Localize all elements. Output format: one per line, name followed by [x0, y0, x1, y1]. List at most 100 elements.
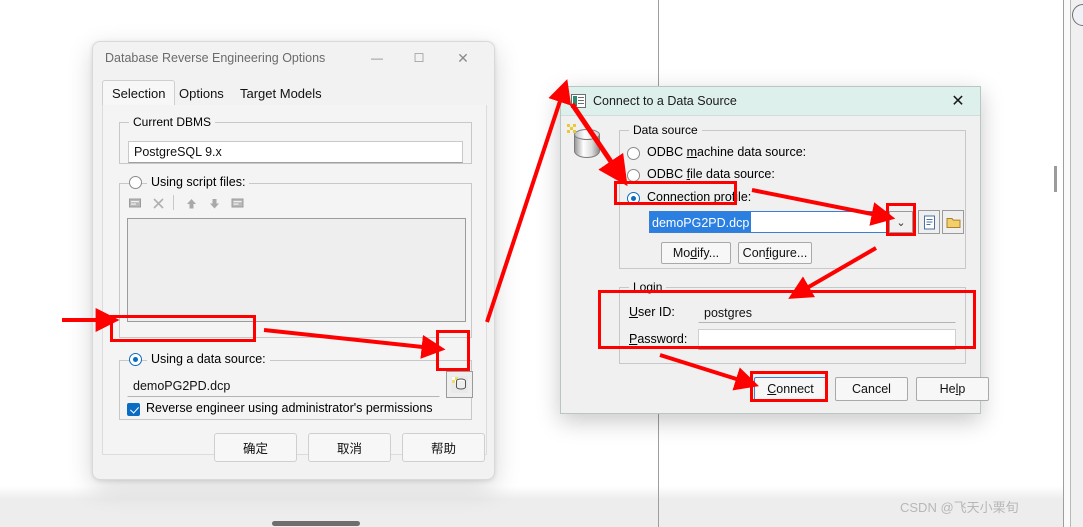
sparkle-icon — [567, 124, 576, 133]
add-script-icon[interactable] — [127, 195, 144, 212]
configure-button-label: Configure... — [743, 246, 808, 260]
current-dbms-legend: Current DBMS — [129, 115, 216, 129]
odbc-file-pre: ODBC — [647, 167, 687, 181]
user-id-field[interactable]: postgres — [698, 302, 956, 323]
screenshot-root: Database Reverse Engineering Options — ☐… — [0, 0, 1083, 527]
help-button-label: 帮助 — [430, 442, 456, 456]
configure-button[interactable]: Configure... — [738, 242, 812, 264]
radio-using-script-files[interactable] — [129, 176, 142, 189]
cancel-button-label: Cancel — [852, 382, 891, 396]
close-icon: ✕ — [457, 49, 469, 66]
conn-profile-post: rofile: — [720, 190, 752, 204]
right-dialog-title: Connect to a Data Source — [593, 94, 737, 108]
maximize-icon: ☐ — [413, 51, 425, 65]
help-button[interactable]: Help — [916, 377, 989, 401]
radio-odbc-file-label: ODBC file data source: — [647, 167, 775, 181]
arrow-browse-to-connect-dialog — [485, 79, 572, 323]
chevron-down-icon: ⌄ — [896, 216, 906, 229]
cancel-button[interactable]: 取消 — [308, 433, 391, 462]
connection-profile-value: demoPG2PD.dcp — [650, 212, 752, 232]
delete-icon[interactable] — [150, 195, 167, 212]
modify-post: ify... — [697, 246, 720, 260]
close-button[interactable]: ✕ — [442, 42, 484, 74]
left-dialog-titlebar: Database Reverse Engineering Options — ☐… — [93, 42, 494, 75]
conn-profile-pre: Connection — [647, 190, 714, 204]
minimize-button[interactable]: — — [356, 42, 398, 74]
data-source-value[interactable]: demoPG2PD.dcp — [127, 375, 440, 397]
ok-button-label: 确定 — [242, 442, 268, 456]
tab-target-models[interactable]: Target Models — [231, 80, 331, 106]
new-file-icon[interactable] — [918, 210, 940, 234]
data-source-legend: Data source — [629, 123, 702, 137]
close-icon: ✕ — [951, 93, 965, 110]
left-dialog-title: Database Reverse Engineering Options — [105, 51, 326, 65]
help-post: p — [958, 382, 966, 396]
radio-odbc-file[interactable] — [627, 169, 640, 182]
password-field[interactable] — [698, 329, 956, 350]
user-id-accel: U — [629, 305, 639, 319]
edit-script-icon[interactable] — [229, 195, 246, 212]
folder-open-icon[interactable] — [942, 210, 964, 234]
right-scrollbar-track[interactable] — [1070, 0, 1083, 527]
connect-button[interactable]: Connect — [754, 377, 827, 401]
password-label: Password: — [629, 332, 687, 346]
help-button[interactable]: 帮助 — [402, 433, 485, 462]
radio-connection-profile[interactable] — [627, 192, 640, 205]
data-source-icon — [571, 94, 586, 108]
modify-button-label: Modify... — [673, 246, 719, 260]
move-down-icon[interactable] — [206, 195, 223, 212]
radio-odbc-machine-label: ODBC machine data source: — [647, 145, 806, 159]
radio-using-data-source[interactable] — [129, 353, 142, 366]
move-up-icon[interactable] — [183, 195, 200, 212]
connect-accel: C — [767, 382, 777, 396]
radio-connection-profile-label: Connection profile: — [647, 190, 751, 204]
radio-odbc-machine[interactable] — [627, 147, 640, 160]
admin-permissions-checkbox[interactable] — [127, 403, 140, 416]
selection-tab-panel: Current DBMS PostgreSQL 9.x Using script… — [102, 105, 487, 455]
modify-button[interactable]: Modify... — [661, 242, 731, 264]
tab-options-label: Options — [179, 85, 224, 101]
close-button[interactable]: ✕ — [936, 87, 980, 115]
help-button-label: Help — [940, 382, 966, 396]
using-data-source-label: Using a data source: — [147, 352, 270, 366]
login-group: Login — [619, 280, 966, 364]
horizontal-scrollbar-thumb[interactable] — [272, 521, 360, 526]
database-reverse-engineering-options-dialog: Database Reverse Engineering Options — ☐… — [92, 41, 495, 480]
maximize-button[interactable]: ☐ — [398, 42, 440, 74]
configure-pre: Con — [742, 246, 766, 260]
odbc-file-post: ile data source: — [690, 167, 775, 181]
cancel-button-label: 取消 — [336, 442, 362, 456]
connect-button-label: Connect — [767, 382, 814, 396]
database-browse-icon[interactable] — [446, 371, 473, 398]
connection-profile-dropdown-button[interactable]: ⌄ — [889, 211, 913, 233]
current-dbms-value: PostgreSQL 9.x — [128, 141, 463, 163]
right-dialog-titlebar: Connect to a Data Source ✕ — [561, 87, 980, 116]
database-cylinder-icon — [574, 129, 600, 161]
odbc-machine-post: achine data source: — [697, 145, 807, 159]
connect-post: onnect — [776, 382, 814, 396]
minimize-icon: — — [371, 51, 383, 65]
tab-selection-label: Selection — [112, 85, 166, 101]
help-pre: He — [939, 382, 956, 396]
watermark: CSDN @飞天小栗旬 — [900, 500, 1019, 515]
odbc-machine-accel: m — [686, 145, 698, 159]
right-rail-marker — [1054, 166, 1057, 192]
user-id-post: ser ID: — [638, 305, 675, 319]
tab-options[interactable]: Options — [170, 80, 233, 106]
toolbar-separator — [173, 195, 174, 210]
configure-post: igure... — [769, 246, 808, 260]
user-id-label: User ID: — [629, 305, 675, 319]
tab-selection[interactable]: Selection — [102, 80, 176, 106]
admin-permissions-label: Reverse engineer using administrator's p… — [146, 401, 433, 415]
connect-to-data-source-dialog: Connect to a Data Source ✕ Data source O… — [560, 86, 989, 414]
tab-target-models-label: Target Models — [240, 85, 322, 101]
odbc-machine-pre: ODBC — [647, 145, 687, 159]
script-files-list[interactable] — [127, 218, 466, 322]
cancel-button[interactable]: Cancel — [835, 377, 908, 401]
password-post: assword: — [637, 332, 688, 346]
modify-pre: Mo — [672, 246, 691, 260]
using-script-files-label: Using script files: — [147, 175, 250, 189]
connection-profile-combo[interactable]: demoPG2PD.dcp — [649, 211, 889, 233]
ok-button[interactable]: 确定 — [214, 433, 297, 462]
login-legend: Login — [629, 280, 667, 294]
